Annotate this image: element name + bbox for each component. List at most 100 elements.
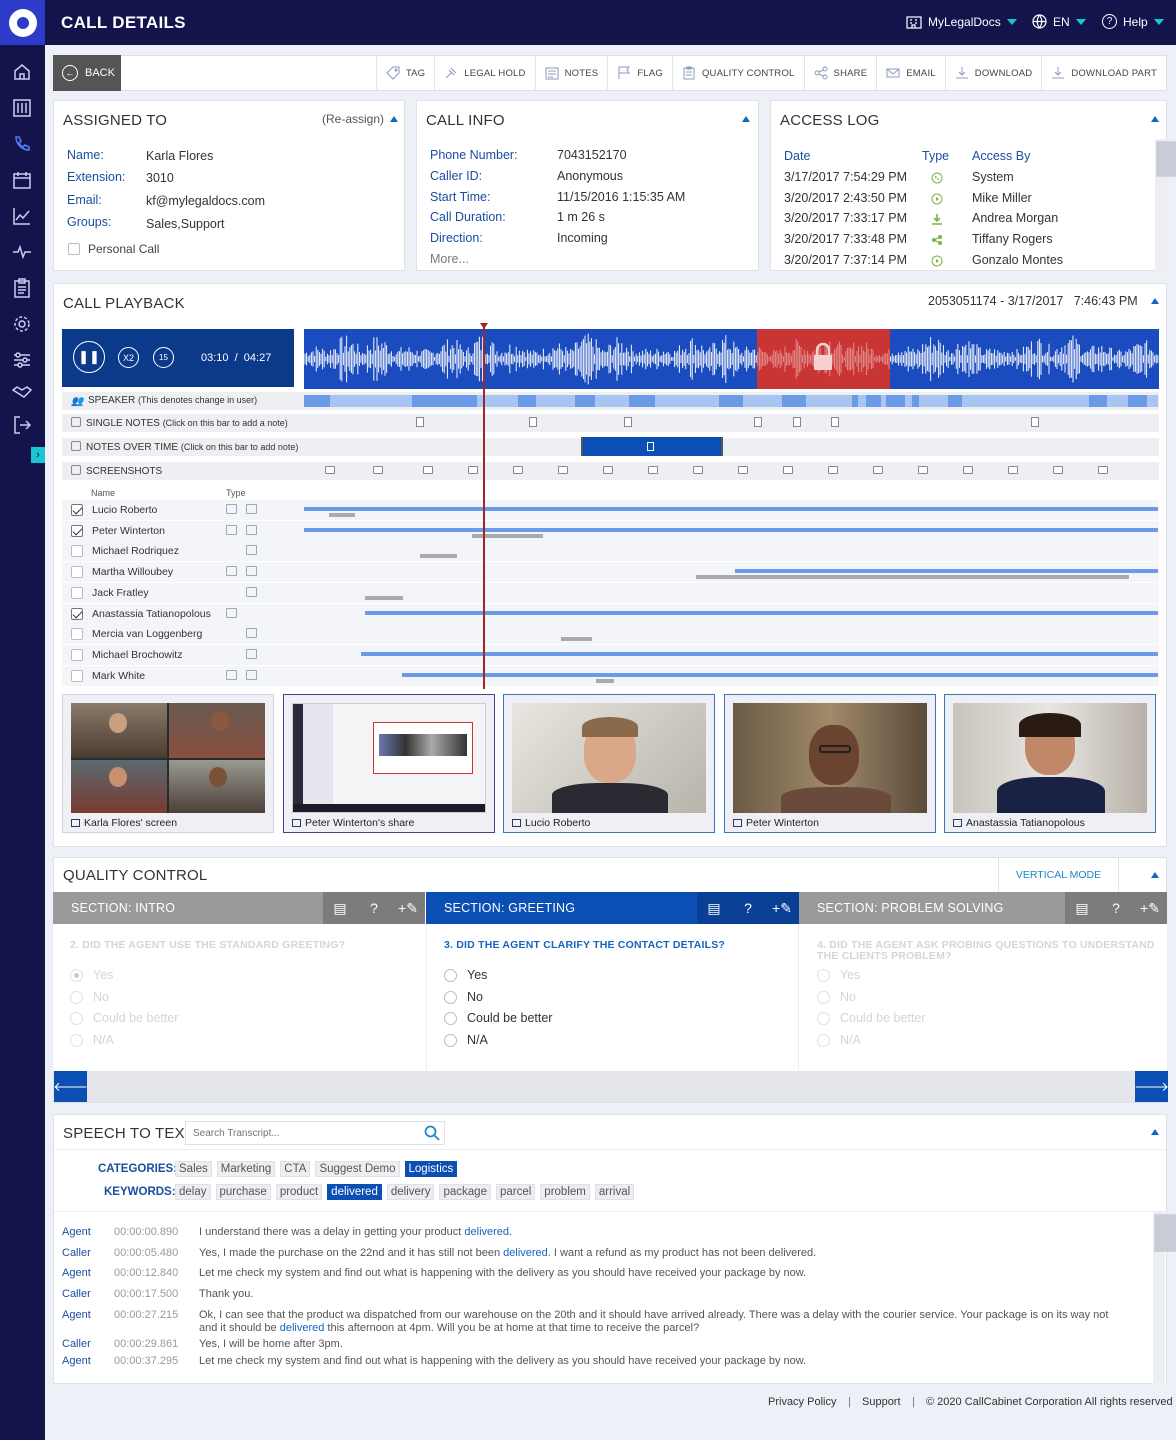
expand-nav-chevron-icon[interactable]: ›	[31, 447, 45, 463]
qc-option-no[interactable]: No	[70, 990, 109, 1004]
qc-option-could-be-better[interactable]: Could be better	[444, 1011, 552, 1025]
flag-button[interactable]: FLAG	[607, 56, 672, 90]
notes-icon[interactable]: ▤	[697, 892, 731, 924]
timestamp[interactable]: 00:00:29.861	[114, 1338, 178, 1350]
qc-option-yes[interactable]: Yes	[817, 968, 860, 982]
app-logo[interactable]	[0, 0, 45, 45]
language-selector[interactable]: EN	[1032, 14, 1086, 29]
qc-next-button[interactable]: 🡒	[1134, 1071, 1169, 1102]
notes-icon[interactable]: ▤	[1065, 892, 1099, 924]
keyword-chip[interactable]: purchase	[215, 1184, 271, 1200]
transcript-scrollbar[interactable]	[1153, 1212, 1176, 1384]
collapse-icon[interactable]	[1151, 1129, 1159, 1135]
speed-button[interactable]: X2	[118, 347, 139, 368]
collapse-icon[interactable]	[1151, 116, 1159, 122]
download-button[interactable]: DOWNLOAD	[944, 56, 1042, 90]
help-icon[interactable]: ?	[1099, 892, 1133, 924]
screenshot-icon[interactable]	[325, 466, 335, 474]
access-log-scrollbar[interactable]	[1155, 139, 1176, 272]
qc-option-no[interactable]: No	[817, 990, 856, 1004]
screenshot-icon[interactable]	[873, 466, 883, 474]
thumbnail-karla-screen[interactable]: Karla Flores' screen	[62, 694, 274, 833]
participant-checkbox[interactable]	[71, 586, 83, 599]
keyword-chip[interactable]: delay	[175, 1184, 211, 1200]
timestamp[interactable]: 00:00:17.500	[114, 1288, 178, 1300]
timestamp[interactable]: 00:00:27.215	[114, 1309, 178, 1321]
thumbnail-anastassia[interactable]: Anastassia Tatianopolous	[944, 694, 1156, 833]
participant-checkbox[interactable]	[71, 524, 83, 537]
skip-15-button[interactable]: 15	[153, 347, 174, 368]
qc-option-could-be-better[interactable]: Could be better	[817, 1011, 925, 1025]
collapse-icon[interactable]	[742, 116, 750, 122]
participant-checkbox[interactable]	[71, 607, 83, 620]
collapse-icon[interactable]	[390, 116, 398, 122]
qc-option-na[interactable]: N/A	[444, 1033, 488, 1047]
playhead-handle[interactable]	[480, 323, 488, 329]
email-button[interactable]: EMAIL	[876, 56, 945, 90]
note-icon[interactable]	[793, 417, 801, 427]
workspace-selector[interactable]: MyLegalDocs	[906, 14, 1017, 29]
single-notes-track[interactable]: SINGLE NOTES (Click on this bar to add a…	[62, 414, 1159, 432]
more-link[interactable]: More...	[430, 252, 469, 266]
qc-option-yes[interactable]: Yes	[444, 968, 487, 982]
handshake-icon[interactable]	[11, 381, 33, 403]
participant-checkbox[interactable]	[71, 504, 83, 516]
keyword-chip[interactable]: arrival	[594, 1184, 635, 1200]
note-icon[interactable]	[754, 417, 762, 427]
qc-option-na[interactable]: N/A	[70, 1033, 114, 1047]
qc-option-no[interactable]: No	[444, 990, 483, 1004]
personal-call-checkbox[interactable]: Personal Call	[68, 242, 159, 256]
quality-control-button[interactable]: QUALITY CONTROL	[671, 56, 804, 90]
qc-option-yes[interactable]: Yes	[70, 968, 113, 982]
note-icon[interactable]	[1031, 417, 1039, 427]
phone-icon[interactable]	[11, 133, 33, 155]
download-part-button[interactable]: DOWNLOAD PART	[1041, 56, 1166, 90]
help-menu[interactable]: ? Help	[1102, 14, 1164, 29]
category-chip[interactable]: CTA	[280, 1161, 311, 1177]
home-icon[interactable]	[11, 61, 33, 83]
transcript-search-input[interactable]	[186, 1122, 406, 1144]
logout-icon[interactable]	[11, 414, 33, 436]
timestamp[interactable]: 00:00:37.295	[114, 1355, 178, 1367]
participant-checkbox[interactable]	[71, 566, 83, 579]
category-chip[interactable]: Suggest Demo	[315, 1161, 400, 1177]
participant-checkbox[interactable]	[71, 669, 83, 682]
timestamp[interactable]: 00:00:00.890	[114, 1226, 178, 1238]
back-button[interactable]: ← BACK	[53, 55, 121, 91]
tag-button[interactable]: TAG	[375, 56, 434, 90]
screenshot-icon[interactable]	[373, 466, 383, 474]
qc-option-na[interactable]: N/A	[817, 1033, 861, 1047]
thumbnail-peter-share[interactable]: Peter Winterton's share	[283, 694, 495, 833]
analytics-icon[interactable]	[11, 205, 33, 227]
keyword-chip[interactable]: parcel	[495, 1184, 536, 1200]
screenshot-icon[interactable]	[468, 466, 478, 474]
qc-prev-button[interactable]: 🡐	[53, 1071, 88, 1102]
notes-icon[interactable]: ▤	[323, 892, 357, 924]
add-note-icon[interactable]: +✎	[765, 892, 799, 924]
search-icon[interactable]	[424, 1125, 440, 1141]
add-note-icon[interactable]: +✎	[391, 892, 425, 924]
qc-option-could-be-better[interactable]: Could be better	[70, 1011, 178, 1025]
category-chip[interactable]: Sales	[175, 1161, 212, 1177]
help-icon[interactable]: ?	[731, 892, 765, 924]
note-icon[interactable]	[831, 417, 839, 427]
timestamp[interactable]: 00:00:05.480	[114, 1247, 178, 1259]
legal-hold-button[interactable]: LEGAL HOLD	[434, 56, 534, 90]
note-icon[interactable]	[529, 417, 537, 427]
screenshot-icon[interactable]	[693, 466, 703, 474]
keyword-chip[interactable]: delivery	[386, 1184, 435, 1200]
keyword-chip[interactable]: problem	[540, 1184, 590, 1200]
note-icon[interactable]	[624, 417, 632, 427]
playhead[interactable]	[483, 325, 485, 689]
mixer-icon[interactable]	[11, 97, 33, 119]
calendar-icon[interactable]	[11, 169, 33, 191]
add-note-icon[interactable]: +✎	[1133, 892, 1167, 924]
screenshot-icon[interactable]	[738, 466, 748, 474]
screenshot-icon[interactable]	[513, 466, 523, 474]
participant-checkbox[interactable]	[71, 545, 83, 558]
collapse-icon[interactable]	[1151, 872, 1159, 878]
thumbnail-peter[interactable]: Peter Winterton	[724, 694, 936, 833]
clipboard-icon[interactable]	[11, 277, 33, 299]
screenshot-icon[interactable]	[783, 466, 793, 474]
support-link[interactable]: Support	[862, 1396, 901, 1408]
